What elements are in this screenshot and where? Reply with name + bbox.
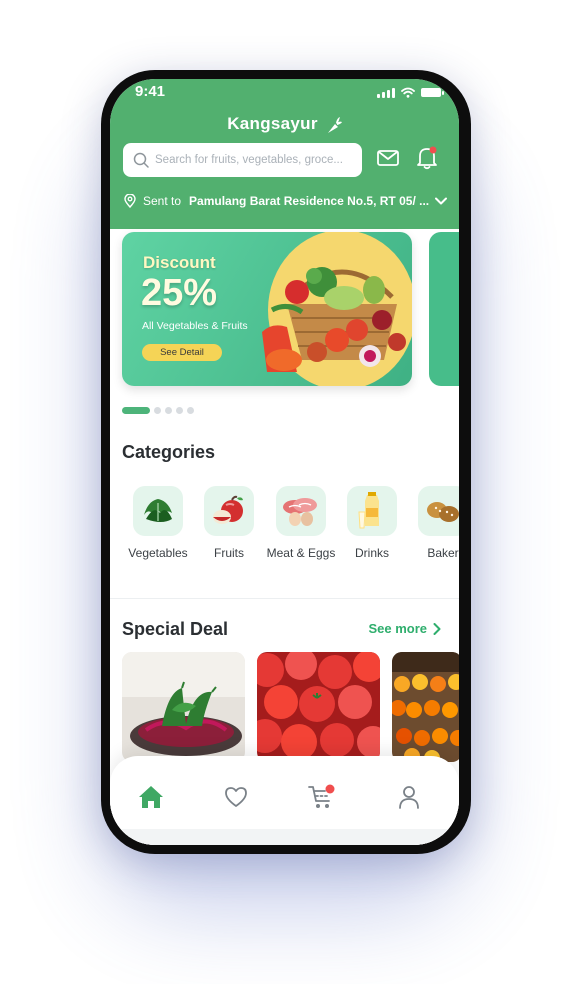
- fruits-icon: [213, 495, 243, 524]
- banner-subtitle: All Vegetables & Fruits: [142, 320, 248, 332]
- category-label: Baker: [427, 546, 459, 560]
- deal-card-produce[interactable]: [392, 652, 459, 762]
- meat-eggs-icon: [283, 498, 317, 526]
- battery-icon: [421, 88, 444, 97]
- bell-icon[interactable]: [416, 146, 438, 170]
- category-vegetables[interactable]: Vegetables: [123, 486, 193, 562]
- category-label: Vegetables: [128, 546, 188, 560]
- status-icons: [377, 87, 444, 98]
- tab-profile[interactable]: [394, 782, 424, 812]
- banner-title: Discount: [143, 253, 216, 272]
- tab-cart[interactable]: [307, 782, 337, 812]
- salad-image: [122, 652, 245, 762]
- deal-card-salad[interactable]: [122, 652, 245, 762]
- category-drinks[interactable]: Drinks: [337, 486, 407, 562]
- brand-logo: Kangsayur: [110, 114, 459, 134]
- see-more-label: See more: [368, 621, 427, 636]
- wifi-icon: [401, 87, 415, 98]
- bakery-icon: [427, 502, 459, 522]
- vegetables-icon: [144, 499, 172, 522]
- category-tile: [347, 486, 397, 536]
- tab-home[interactable]: [136, 782, 166, 812]
- brand-name: Kangsayur: [227, 114, 318, 133]
- drinks-icon: [358, 492, 379, 529]
- home-indicator-area: [110, 829, 459, 845]
- section-divider: [110, 598, 459, 599]
- tab-wishlist[interactable]: [221, 782, 251, 812]
- next-banner-preview[interactable]: [429, 232, 459, 386]
- phone-frame: 9:41 Kangsayur Search for fruits, vegeta…: [101, 70, 471, 854]
- location-pin-icon: [124, 194, 136, 208]
- category-label: Meat & Eggs: [266, 546, 336, 560]
- banner-percent: 25%: [141, 272, 218, 314]
- bottom-tab-bar: [110, 756, 459, 845]
- delivery-location[interactable]: Sent to Pamulang Barat Residence No.5, R…: [124, 194, 448, 208]
- cart-icon: [308, 784, 335, 808]
- category-fruits[interactable]: Fruits: [194, 486, 264, 562]
- search-placeholder: Search for fruits, vegetables, groce...: [155, 154, 343, 166]
- special-deal-title: Special Deal: [122, 619, 229, 639]
- category-tile: [418, 486, 459, 536]
- carrot-icon: [327, 116, 342, 133]
- category-tile: [133, 486, 183, 536]
- signal-icon: [377, 87, 395, 98]
- categories-title: Categories: [122, 442, 216, 462]
- category-tile: [204, 486, 254, 536]
- search-icon: [133, 152, 149, 168]
- see-detail-button[interactable]: See Detail: [142, 344, 222, 361]
- carousel-dot[interactable]: [187, 407, 194, 414]
- see-more-link[interactable]: See more: [368, 621, 441, 636]
- status-time: 9:41: [135, 83, 166, 100]
- carousel-dot[interactable]: [165, 407, 172, 414]
- produce-market-image: [392, 652, 459, 762]
- profile-icon: [399, 786, 419, 809]
- app-screen: 9:41 Kangsayur Search for fruits, vegeta…: [110, 79, 459, 845]
- carousel-dot-active[interactable]: [122, 407, 150, 414]
- carousel-dot[interactable]: [154, 407, 161, 414]
- location-address: Pamulang Barat Residence No.5, RT 05/ ..…: [189, 194, 430, 208]
- home-icon: [139, 786, 163, 808]
- carousel-dot[interactable]: [176, 407, 183, 414]
- category-label: Drinks: [354, 546, 389, 560]
- mail-icon[interactable]: [377, 149, 399, 167]
- search-input[interactable]: Search for fruits, vegetables, groce...: [123, 143, 362, 177]
- heart-icon: [225, 787, 247, 807]
- discount-banner[interactable]: Discount 25% All Vegetables & Fruits See…: [122, 232, 412, 386]
- carousel-indicator[interactable]: [122, 407, 194, 414]
- chevron-down-icon: [435, 197, 448, 205]
- location-prefix: Sent to: [143, 194, 182, 208]
- tomatoes-image: [257, 652, 380, 762]
- category-label: Fruits: [214, 546, 244, 560]
- deal-card-tomatoes[interactable]: [257, 652, 380, 762]
- category-bakery[interactable]: Baker: [408, 486, 459, 562]
- category-tile: [276, 486, 326, 536]
- category-meat-eggs[interactable]: Meat & Eggs: [266, 486, 336, 562]
- vegetable-basket-image: [262, 232, 412, 386]
- chevron-right-icon: [433, 622, 441, 635]
